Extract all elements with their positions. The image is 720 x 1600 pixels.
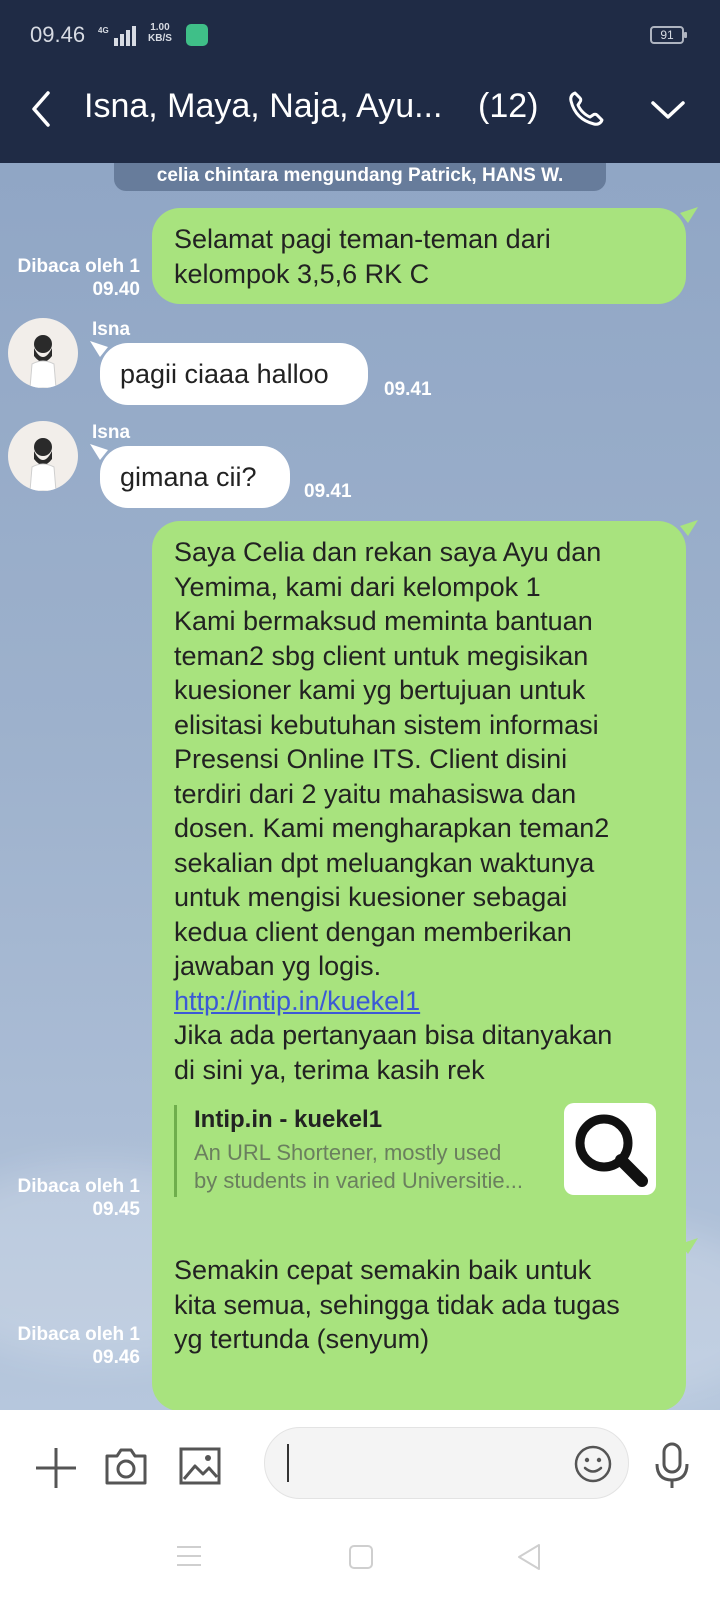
network-speed: 1.00 KB/S xyxy=(148,22,172,44)
message-line: di sini ya, terima kasih rek xyxy=(174,1054,485,1085)
preview-accent-bar xyxy=(174,1105,177,1197)
message-line: kita semua, sehingga tidak ada tugas xyxy=(174,1289,620,1320)
outgoing-message[interactable]: Semakin cepat semakin baik untuk kita se… xyxy=(152,1239,686,1371)
message-link[interactable]: http://intip.in/kuekel1 xyxy=(174,986,420,1016)
preview-desc-line: by students in varied Universitie... xyxy=(194,1168,523,1193)
message-line: untuk mengisi kuesioner sebagai xyxy=(174,882,568,912)
avatar-image xyxy=(29,335,57,388)
speed-value: 1.00 xyxy=(150,22,170,33)
message-time: 09.41 xyxy=(384,379,432,400)
bubble-tail xyxy=(680,520,698,536)
status-time: 09.46 xyxy=(30,22,86,47)
preview-desc-line: An URL Shortener, mostly used xyxy=(194,1140,502,1165)
back-triangle-icon[interactable] xyxy=(516,1542,542,1572)
message-line: kedua client dengan memberikan xyxy=(174,916,572,947)
message-line: teman2 sbg client untuk megisikan xyxy=(174,640,589,671)
message-line: Jika ada pertanyaan bisa ditanyakan xyxy=(174,1020,613,1050)
message-line: Saya Celia dan rekan saya Ayu dan xyxy=(174,537,602,567)
sender-name: Isna xyxy=(92,422,131,443)
battery-level: 91 xyxy=(660,28,674,42)
avatar[interactable] xyxy=(8,421,78,491)
signal-icon: 4G xyxy=(98,26,136,46)
message-line: Selamat pagi teman-teman dari xyxy=(174,224,551,254)
incoming-message[interactable]: gimana cii? xyxy=(100,446,290,508)
message-input-bar xyxy=(0,1410,720,1520)
read-receipt: Dibaca oleh 1 09.40 xyxy=(10,255,141,301)
message-line: Yemima, kami dari kelompok 1 xyxy=(174,571,541,602)
system-message: celia chintara mengundang Patrick, HANS … xyxy=(114,163,606,191)
speed-unit: KB/S xyxy=(148,33,172,44)
microphone-icon[interactable] xyxy=(654,1442,690,1490)
bubble-tail xyxy=(680,207,698,223)
message-line: kuesioner kami yg bertujuan untuk xyxy=(174,675,586,705)
message-line: Presensi Online ITS. Client disini xyxy=(174,744,568,774)
preview-thumbnail xyxy=(564,1103,656,1195)
read-receipt: Dibaca oleh 1 09.46 xyxy=(10,1323,141,1369)
emoji-icon[interactable] xyxy=(573,1444,613,1484)
text-cursor xyxy=(287,1444,289,1482)
message-line: Semakin cepat semakin baik untuk xyxy=(174,1255,592,1285)
bubble-tail xyxy=(680,1238,698,1254)
message-line: yg tertunda (senyum) xyxy=(174,1324,430,1354)
chevron-down-icon[interactable] xyxy=(650,95,686,125)
read-label: Dibaca oleh 1 xyxy=(17,256,141,277)
image-icon[interactable] xyxy=(178,1446,222,1486)
message-line: dosen. Kami mengharapkan teman2 xyxy=(174,813,610,843)
chat-header: Isna, Maya, Naja, Ayu... (12) xyxy=(0,55,720,163)
chat-area[interactable]: celia chintara mengundang Patrick, HANS … xyxy=(0,163,720,1410)
member-count[interactable]: (12) xyxy=(478,87,538,126)
home-icon[interactable] xyxy=(348,1544,374,1570)
message-time: 09.41 xyxy=(304,481,352,502)
message-line: Kami bermaksud meminta bantuan xyxy=(174,606,593,636)
message-line: kelompok 3,5,6 RK C xyxy=(174,258,430,289)
menu-icon[interactable] xyxy=(176,1544,202,1568)
system-nav-bar xyxy=(0,1520,720,1600)
message-text: pagii ciaaa halloo xyxy=(120,359,329,389)
battery-icon: 91 xyxy=(650,26,687,44)
incoming-message[interactable]: pagii ciaaa halloo xyxy=(100,343,368,405)
message-time: 09.45 xyxy=(92,1199,140,1220)
message-line: elisitasi kebutuhan sistem informasi xyxy=(174,709,599,740)
plus-icon[interactable] xyxy=(34,1446,78,1490)
message-line: sekalian dpt meluangkan waktunya xyxy=(174,847,595,878)
read-label: Dibaca oleh 1 xyxy=(17,1324,141,1345)
network-type: 4G xyxy=(98,26,109,35)
read-receipt: Dibaca oleh 1 09.45 xyxy=(10,1175,141,1221)
link-preview[interactable]: Intip.in - kuekel1 An URL Shortener, mos… xyxy=(174,1103,656,1197)
back-icon[interactable] xyxy=(26,89,56,129)
preview-title: Intip.in - kuekel1 xyxy=(194,1106,383,1133)
avatar-image xyxy=(29,438,57,491)
read-label: Dibaca oleh 1 xyxy=(17,1176,141,1197)
message-time: 09.40 xyxy=(92,279,140,300)
chat-title[interactable]: Isna, Maya, Naja, Ayu... xyxy=(84,87,454,126)
sender-name: Isna xyxy=(92,319,131,340)
camera-icon[interactable] xyxy=(104,1446,148,1486)
outgoing-message[interactable]: Selamat pagi teman-teman dari kelompok 3… xyxy=(152,208,686,304)
message-text: gimana cii? xyxy=(120,462,257,492)
message-line: jawaban yg logis. xyxy=(174,951,382,981)
search-icon xyxy=(575,1114,648,1187)
app-notification-icon xyxy=(186,24,208,46)
preview-description: An URL Shortener, mostly used by student… xyxy=(194,1139,552,1195)
avatar[interactable] xyxy=(8,318,78,388)
message-line: terdiri dari 2 yaitu mahasiswa dan xyxy=(174,778,577,809)
phone-icon[interactable] xyxy=(566,89,606,129)
message-input[interactable] xyxy=(264,1427,629,1499)
message-time: 09.46 xyxy=(92,1347,140,1368)
